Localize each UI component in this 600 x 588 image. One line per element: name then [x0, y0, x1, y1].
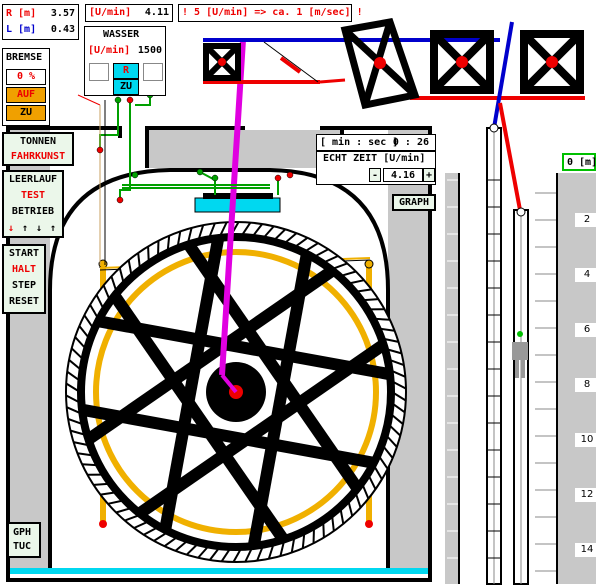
- logo-line1: GPH: [13, 527, 32, 538]
- brake-percent: 0 %: [6, 69, 46, 85]
- gph-tuc-logo: GPH TUC: [7, 522, 41, 558]
- arrow-up-2[interactable]: ↑: [47, 222, 59, 235]
- depth-mark: 4: [575, 268, 599, 282]
- test-button[interactable]: TEST: [5, 189, 61, 203]
- speed-label: [U/min]: [89, 7, 132, 18]
- control-panel: START HALT STEP RESET: [2, 244, 46, 314]
- brake-open-button[interactable]: AUF: [6, 87, 46, 103]
- r-label: R [m]: [6, 8, 37, 19]
- water-left-slot[interactable]: [89, 63, 109, 81]
- brake-panel: BREMSE 0 % AUF ZU: [2, 48, 50, 126]
- logo-line2: TUC: [13, 541, 32, 552]
- step-button[interactable]: STEP: [5, 279, 43, 294]
- start-button[interactable]: START: [5, 247, 43, 262]
- realtime-label: ECHT ZEIT [U/min]: [323, 153, 426, 164]
- halt-button[interactable]: HALT: [5, 263, 43, 278]
- water-right-slot[interactable]: [143, 63, 163, 81]
- reset-button[interactable]: RESET: [5, 295, 43, 310]
- water-zu-button[interactable]: ZU: [113, 79, 139, 95]
- arrow-down-1[interactable]: ↓: [5, 222, 17, 235]
- speed-readout: [U/min] 4.11: [85, 4, 173, 22]
- speed-warning: ! 5 [U/min] => ca. 1 [m/sec] !: [178, 4, 363, 22]
- depth-mark: 14: [575, 543, 599, 557]
- depth-mark: 12: [575, 488, 599, 502]
- depth-mark: 6: [575, 323, 599, 337]
- depth-mark: 2: [575, 213, 599, 227]
- water-panel: WASSER [U/min] 1500 R ZU: [84, 26, 166, 96]
- l-label: L [m]: [6, 24, 37, 35]
- speed-value: 4.11: [144, 7, 169, 18]
- water-unit: [U/min]: [88, 45, 131, 56]
- arrow-up-1[interactable]: ↑: [19, 222, 31, 235]
- realtime-value: 4.16: [383, 168, 423, 182]
- arrow-down-2[interactable]: ↓: [33, 222, 45, 235]
- water-value: 1500: [137, 45, 162, 56]
- mode-panel: TONNEN FAHRKUNST: [2, 132, 74, 166]
- tonnen-button[interactable]: TONNEN: [5, 135, 71, 149]
- betrieb-button[interactable]: BETRIEB: [5, 205, 61, 219]
- brake-close-button[interactable]: ZU: [6, 105, 46, 121]
- leerlauf-button[interactable]: LEERLAUF: [5, 173, 61, 187]
- r-value: 3.57: [50, 8, 75, 19]
- radius-readout: R [m] 3.57 L [m] 0.43: [2, 4, 79, 40]
- drive-panel: LEERLAUF TEST BETRIEB ↓ ↑ ↓ ↑: [2, 170, 64, 238]
- timer-label: [ min : sec ]: [320, 137, 399, 148]
- graph-button[interactable]: GRAPH: [392, 194, 436, 211]
- timer-readout: [ min : sec ] 0 : 26: [316, 134, 436, 151]
- water-title: WASSER: [103, 29, 140, 40]
- water-r-button[interactable]: R: [113, 63, 139, 79]
- warning-text: ! 5 [U/min] => ca. 1 [m/sec] !: [182, 7, 363, 18]
- depth-mark: 10: [575, 433, 599, 447]
- realtime-plus-button[interactable]: +: [423, 168, 435, 182]
- l-value: 0.43: [50, 24, 75, 35]
- realtime-minus-button[interactable]: -: [369, 168, 381, 182]
- depth-zero-label: 0 [m]: [562, 153, 598, 171]
- depth-zero-text: 0 [m]: [567, 157, 598, 168]
- realtime-panel: ECHT ZEIT [U/min] - 4.16 +: [316, 151, 436, 185]
- depth-mark: 8: [575, 378, 599, 392]
- timer-value: 0 : 26: [392, 137, 429, 148]
- brake-title: BREMSE: [6, 52, 43, 63]
- fahrkunst-button[interactable]: FAHRKUNST: [5, 150, 71, 164]
